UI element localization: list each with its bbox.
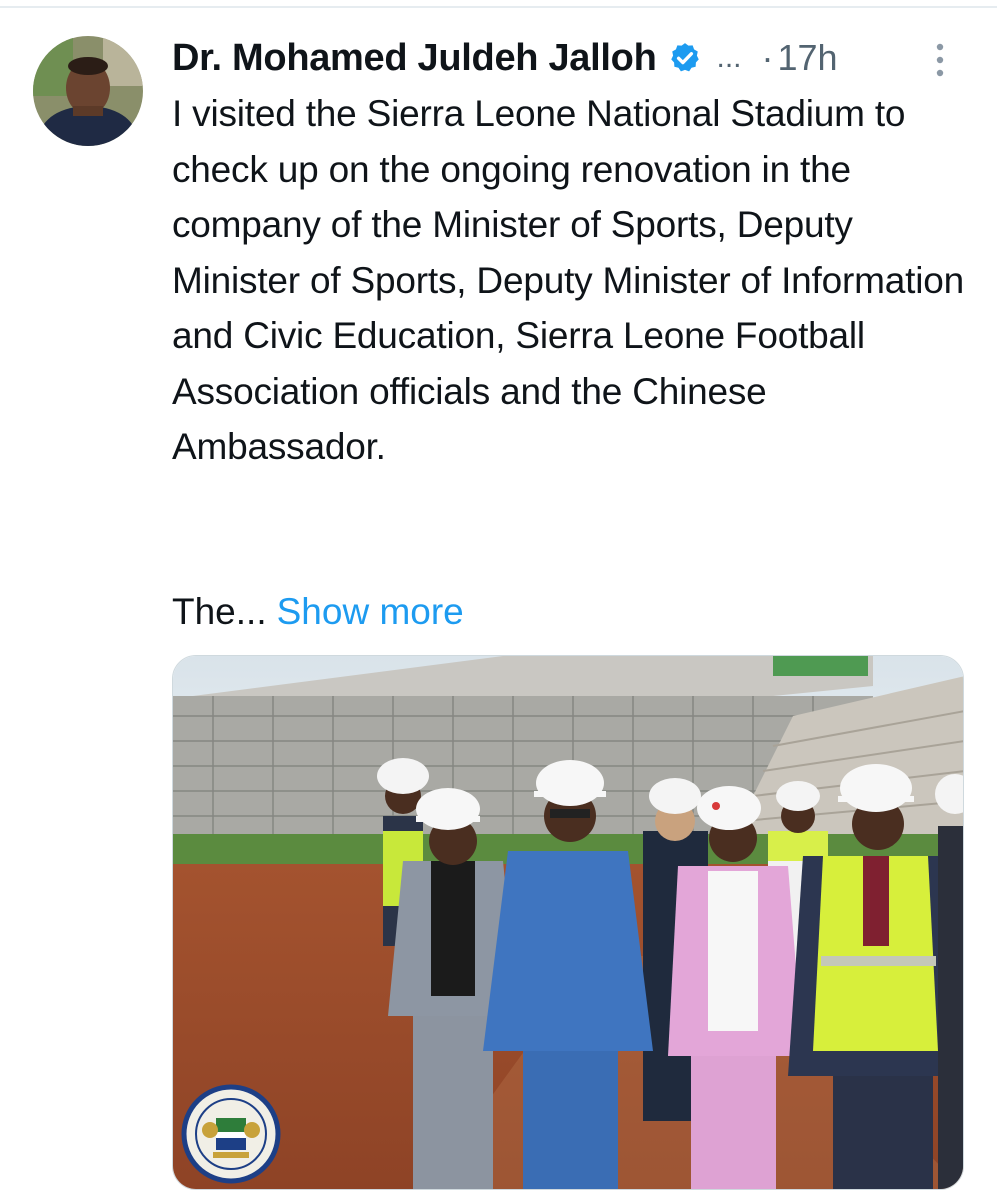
author-name[interactable]: Dr. Mohamed Juldeh Jalloh — [172, 37, 657, 80]
tweet-text: I visited the Sierra Leone National Stad… — [172, 93, 964, 467]
top-divider — [0, 6, 997, 8]
author-avatar[interactable] — [33, 36, 143, 146]
verified-badge-icon[interactable] — [668, 41, 702, 75]
official-seal-logo — [181, 1084, 281, 1184]
separator-dot: · — [761, 37, 774, 78]
tweet-media-photo[interactable] — [172, 655, 964, 1190]
show-more-link[interactable]: Show more — [277, 591, 464, 632]
more-vertical-icon[interactable] — [930, 40, 950, 80]
truncated-text: The... — [172, 591, 267, 632]
tweet-header: Dr. Mohamed Juldeh Jalloh ... · 17h — [172, 30, 972, 86]
tweet-continuation: The... Show more — [172, 584, 972, 639]
avatar-image — [33, 36, 143, 146]
author-handle[interactable]: ... — [716, 41, 741, 75]
stadium-photo — [173, 656, 963, 1189]
tweet-timestamp[interactable]: 17h — [778, 37, 838, 79]
